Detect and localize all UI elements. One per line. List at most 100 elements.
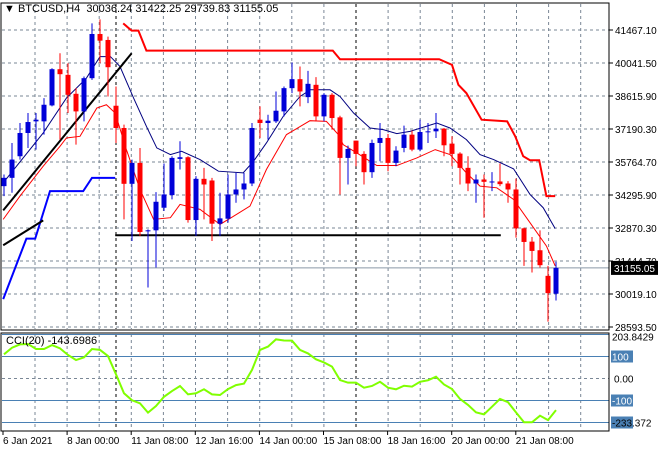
candle-body — [345, 148, 351, 158]
candle-body — [49, 69, 55, 106]
candle-body — [145, 230, 151, 232]
cci-pane-frame — [0, 332, 610, 432]
high-value: 31422.25 — [135, 3, 182, 15]
bullish-candle — [249, 123, 255, 187]
bullish-candle — [233, 172, 239, 203]
bearish-candle — [329, 93, 335, 130]
time-axis-label: 21 Jan 08:00 — [516, 436, 574, 447]
candle-body — [505, 183, 511, 190]
candle-body — [297, 79, 303, 92]
time-axis-label: 12 Jan 16:00 — [195, 436, 253, 447]
bullish-candle — [265, 114, 271, 140]
candle-body — [545, 275, 551, 294]
bullish-candle — [345, 145, 351, 185]
bullish-candle — [89, 23, 95, 80]
bullish-candle — [417, 119, 423, 152]
candle-body — [25, 122, 31, 133]
bearish-candle — [185, 156, 191, 223]
candle-body — [473, 179, 479, 184]
bullish-candle — [49, 68, 55, 107]
price-axis-label: 35764.70 — [615, 158, 657, 169]
candle-body — [209, 180, 215, 224]
bullish-candle — [161, 163, 167, 212]
candle-body — [57, 69, 63, 75]
candle-body — [417, 131, 423, 150]
candle-body — [137, 162, 143, 232]
bullish-candle — [369, 139, 375, 178]
bearish-candle — [209, 177, 215, 241]
candle-body — [225, 194, 231, 219]
candle-body — [529, 241, 535, 251]
bullish-candle — [169, 156, 175, 200]
time-axis-label: 11 Jan 08:00 — [131, 436, 189, 447]
close-value: 31155.05 — [233, 3, 279, 15]
candles — [1, 19, 559, 322]
cci-max-label: 203.8429 — [612, 333, 654, 344]
time-axis-label: 8 Jan 00:00 — [67, 436, 120, 447]
bullish-candle — [193, 176, 199, 236]
bullish-candle — [321, 93, 327, 122]
candle-body — [9, 159, 15, 178]
candle-body — [185, 157, 191, 221]
candle-body — [449, 143, 455, 154]
candle-body — [497, 181, 503, 185]
bearish-candle — [257, 106, 263, 138]
candle-body — [121, 128, 127, 184]
candle-body — [177, 157, 183, 159]
bearish-candle — [113, 86, 119, 143]
bullish-candle — [401, 125, 407, 153]
candle-body — [513, 189, 519, 229]
candle-body — [97, 33, 103, 41]
candle-body — [129, 162, 135, 184]
candle-body — [489, 181, 495, 183]
time-axis-label: 20 Jan 00:00 — [452, 436, 510, 447]
time-axis-label: 15 Jan 08:00 — [324, 436, 382, 447]
cci-level-label: 100 — [612, 353, 629, 364]
cci-value: -143.6986 — [47, 335, 98, 347]
candle-body — [465, 167, 471, 184]
cci-level-label: -100 — [612, 397, 632, 408]
bearish-candle — [521, 227, 527, 266]
bullish-candle — [393, 146, 399, 167]
price-axis-label: 37190.30 — [615, 125, 657, 136]
candle-body — [257, 119, 263, 124]
candle-body — [329, 94, 335, 119]
candle-body — [233, 189, 239, 195]
collapse-triangle-icon[interactable]: ▼ — [4, 3, 18, 15]
bearish-candle — [297, 66, 303, 107]
low-value: 29739.83 — [184, 3, 231, 15]
chart-canvas[interactable]: 41467.10 40041.50 38615.90 37190.30 35764.70… — [0, 0, 660, 450]
bullish-candle — [473, 174, 479, 203]
bearish-candle — [105, 36, 111, 97]
candle-body — [377, 137, 383, 143]
candle-body — [1, 177, 7, 187]
candle-body — [289, 79, 295, 89]
candle-body — [361, 153, 367, 173]
price-axis-label: 32870.30 — [615, 224, 657, 235]
price-axis-label: 38615.90 — [615, 92, 657, 103]
bullish-candle — [433, 113, 439, 138]
cci-label: CCI(20) -143.6986 — [6, 335, 97, 347]
candle-body — [105, 39, 111, 68]
bearish-candle — [537, 230, 543, 268]
candle-body — [353, 140, 359, 154]
candle-body — [521, 228, 527, 242]
bullish-candle — [489, 172, 495, 192]
candle-body — [65, 74, 71, 95]
candle-body — [73, 93, 79, 112]
candle-body — [17, 132, 23, 157]
candle-body — [441, 128, 447, 146]
symbol-label: BTCUSD,H4 — [17, 3, 81, 15]
open-value: 30036.24 — [86, 3, 133, 15]
cci-title: CCI(20) — [6, 335, 45, 347]
price-axis-label: 40041.50 — [615, 59, 657, 70]
cci-level-label: 0.00 — [614, 375, 634, 386]
bullish-candle — [217, 192, 223, 236]
bearish-candle — [361, 151, 367, 185]
bearish-candle — [313, 77, 319, 122]
current-price-label: 31155.05 — [614, 264, 655, 275]
candle-body — [393, 150, 399, 163]
candle-body — [113, 105, 119, 129]
candle-body — [313, 84, 319, 117]
bullish-candle — [9, 142, 15, 193]
